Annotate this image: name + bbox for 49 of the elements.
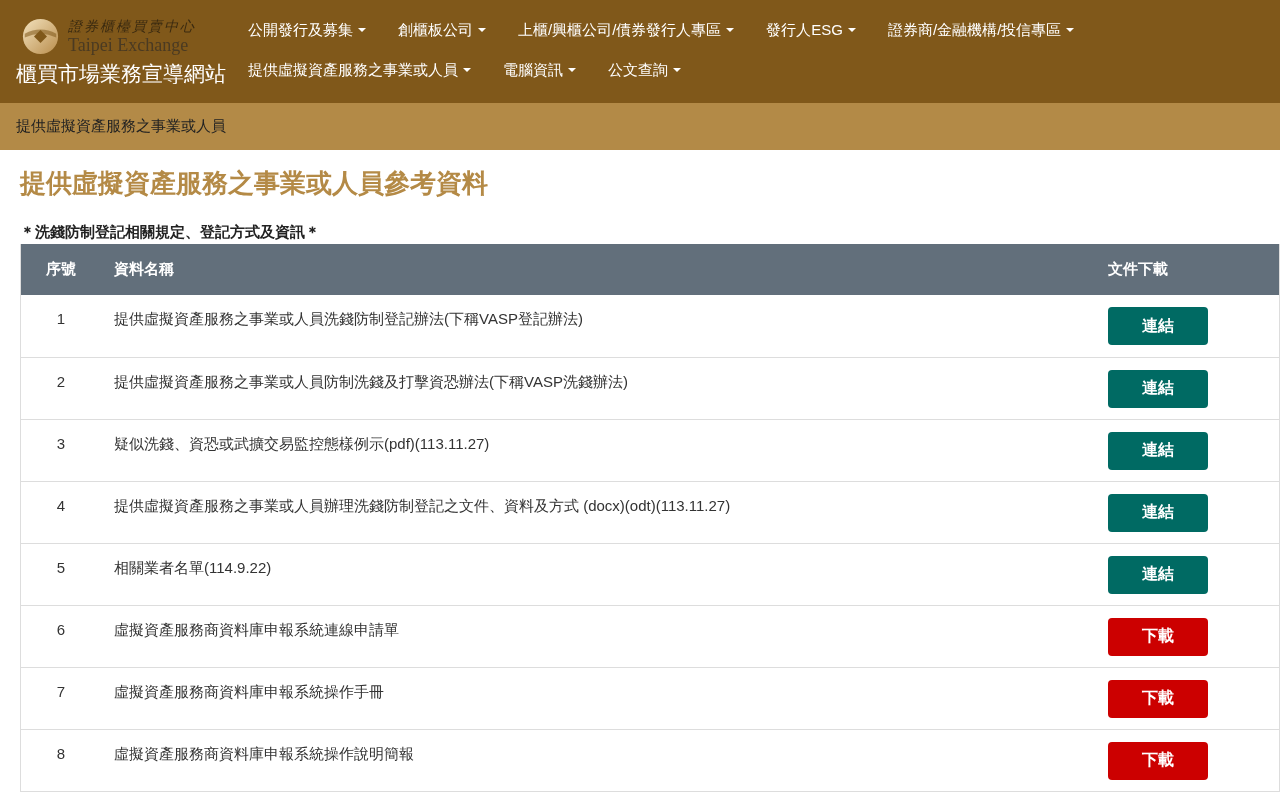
column-header: 序號: [20, 244, 101, 295]
download-button[interactable]: 下載: [1108, 741, 1208, 780]
row-number-cell: 1: [20, 295, 101, 357]
link-button[interactable]: 連結: [1108, 493, 1208, 532]
document-name-cell: 虛擬資產服務商資料庫申報系統操作說明簡報: [101, 729, 1094, 791]
caret-icon: [358, 28, 366, 32]
caret-icon: [673, 68, 681, 72]
row-number-cell: 3: [20, 419, 101, 481]
logo-chinese-name: 證券櫃檯買賣中心: [68, 18, 196, 35]
document-name-cell: 虛擬資產服務商資料庫申報系統連線申請單: [101, 605, 1094, 667]
row-number-cell: 7: [20, 667, 101, 729]
row-number-cell: 6: [20, 605, 101, 667]
download-button[interactable]: 下載: [1108, 617, 1208, 656]
document-name-cell: 提供虛擬資產服務之事業或人員辦理洗錢防制登記之文件、資料及方式 (docx)(odt)(113.11.27): [101, 481, 1094, 543]
nav-menu-item[interactable]: 發行人ESG: [766, 10, 889, 50]
nav-menu-item[interactable]: 公文查詢: [608, 50, 713, 90]
caret-icon: [478, 28, 486, 32]
caret-icon: [726, 28, 735, 32]
nav-menu-item[interactable]: 電腦資訊: [503, 50, 608, 90]
caret-icon: [1066, 28, 1075, 32]
row-number-cell: 8: [20, 729, 101, 791]
column-header: 文件下載: [1094, 244, 1280, 295]
column-header: 資料名稱: [101, 244, 1094, 295]
document-name-cell: 提供虛擬資產服務之事業或人員防制洗錢及打擊資恐辦法(下稱VASP洗錢辦法): [101, 357, 1094, 419]
row-number-cell: 4: [20, 481, 101, 543]
nav-menu-item[interactable]: 創櫃板公司: [398, 10, 518, 50]
download-button[interactable]: 下載: [1108, 679, 1208, 718]
row-number-cell: 5: [20, 543, 101, 605]
document-name-cell: 疑似洗錢、資恐或武擴交易監控態樣例示(pdf)(113.11.27): [101, 419, 1094, 481]
document-name-cell: 提供虛擬資產服務之事業或人員洗錢防制登記辦法(下稱VASP登記辦法): [101, 295, 1094, 357]
page-title: 提供虛擬資產服務之事業或人員參考資料: [20, 167, 489, 200]
link-button[interactable]: 連結: [1108, 431, 1208, 470]
link-button[interactable]: 連結: [1108, 307, 1208, 345]
document-name-cell: 相關業者名單(114.9.22): [101, 543, 1094, 605]
caret-icon: [568, 68, 576, 72]
link-button[interactable]: 連結: [1108, 369, 1208, 408]
caret-icon: [463, 68, 471, 72]
site-title[interactable]: 櫃買市場業務宣導網站: [16, 61, 248, 87]
document-name-cell: 虛擬資產服務商資料庫申報系統操作手冊: [101, 667, 1094, 729]
link-button[interactable]: 連結: [1108, 555, 1208, 594]
nav-menu-item[interactable]: 證券商/金融機構/投信專區: [888, 10, 1107, 50]
nav-menu-item[interactable]: 上櫃/興櫃公司/債券發行人專區: [518, 10, 767, 50]
breadcrumb-text: 提供虛擬資產服務之事業或人員: [16, 117, 226, 136]
row-number-cell: 2: [20, 357, 101, 419]
section-title: ＊洗錢防制登記相關規定、登記方式及資訊＊: [20, 222, 321, 242]
logo-emblem-icon: [22, 18, 59, 55]
nav-menu-item[interactable]: 提供虛擬資產服務之事業或人員: [248, 50, 503, 90]
caret-icon: [848, 28, 857, 32]
nav-menu-item[interactable]: 公開發行及募集: [248, 10, 398, 50]
